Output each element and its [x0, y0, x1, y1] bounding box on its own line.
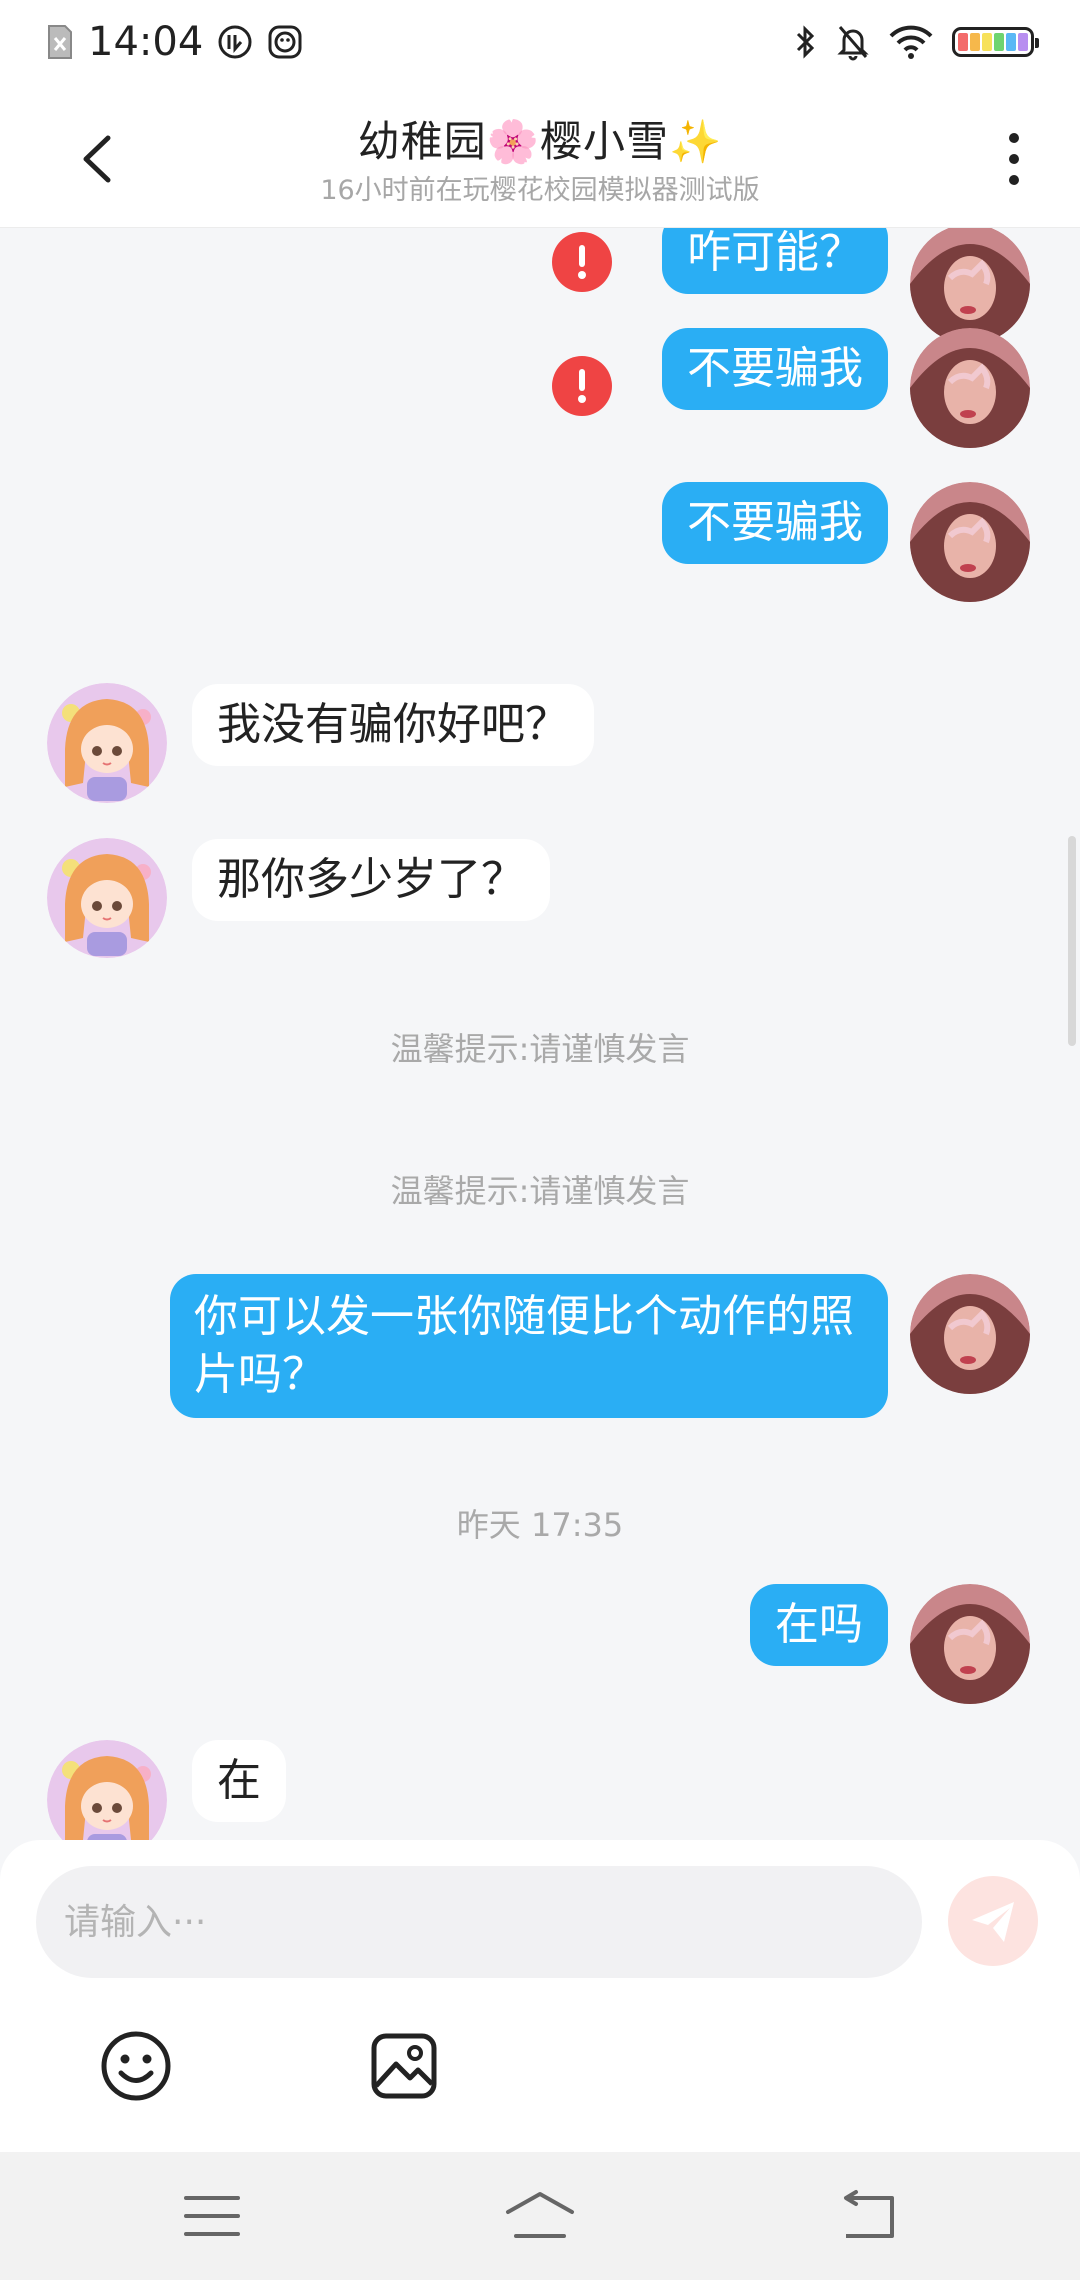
chat-header: 幼稚园🌸樱小雪✨ 16小时前在玩樱花校园模拟器测试版	[0, 84, 1080, 228]
scrollbar[interactable]	[1068, 836, 1076, 1046]
bluetooth-icon	[794, 23, 818, 61]
message-row: 你可以发一张你随便比个动作的照片吗？	[0, 1274, 1080, 1424]
vpn-icon	[217, 24, 253, 60]
message-row: 那你多少岁了？	[0, 838, 1080, 958]
more-vertical-icon[interactable]	[996, 124, 1032, 194]
my-avatar[interactable]	[910, 1274, 1030, 1394]
message-bubble[interactable]: 不要骗我	[662, 482, 888, 564]
system-notice: 温馨提示:请谨慎发言	[390, 1172, 690, 1210]
home-icon[interactable]	[500, 2188, 580, 2244]
message-bubble[interactable]: 我没有骗你好吧？	[192, 684, 594, 766]
contact-status: 16小时前在玩樱花校园模拟器测试版	[320, 175, 760, 206]
contact-avatar[interactable]	[47, 838, 167, 958]
back-icon[interactable]	[828, 2188, 908, 2244]
sim-off-icon	[46, 23, 74, 61]
wifi-icon	[888, 24, 934, 60]
message-bubble[interactable]: 咋可能？	[662, 228, 888, 294]
shield-face-icon	[267, 24, 303, 60]
my-avatar[interactable]	[910, 482, 1030, 602]
mute-bell-icon	[836, 23, 870, 61]
my-avatar[interactable]	[910, 328, 1030, 448]
send-failed-icon[interactable]	[552, 232, 612, 292]
image-icon[interactable]	[364, 2026, 444, 2106]
contact-name[interactable]: 幼稚园🌸樱小雪✨	[0, 108, 1080, 169]
system-nav-bar	[0, 2152, 1080, 2280]
message-list[interactable]: 咋可能？ 不要骗我 不要骗我 我没有骗你好吧？ 那你多少岁了？ 温馨提示:请谨慎…	[0, 228, 1080, 1840]
send-failed-icon[interactable]	[552, 356, 612, 416]
paper-plane-icon[interactable]	[948, 1876, 1038, 1966]
contact-avatar[interactable]	[47, 683, 167, 803]
contact-avatar[interactable]	[47, 1740, 167, 1840]
composer	[0, 1840, 1080, 2152]
system-notice: 温馨提示:请谨慎发言	[390, 1030, 690, 1068]
message-bubble[interactable]: 在	[192, 1740, 286, 1822]
menu-icon[interactable]	[172, 2188, 252, 2244]
message-bubble[interactable]: 不要骗我	[662, 328, 888, 410]
battery-icon	[952, 27, 1039, 57]
status-time: 14:04	[88, 19, 204, 65]
timestamp-divider: 昨天 17:35	[456, 1506, 624, 1544]
my-avatar[interactable]	[910, 1584, 1030, 1704]
message-bubble[interactable]: 你可以发一张你随便比个动作的照片吗？	[170, 1274, 888, 1418]
message-bubble[interactable]: 那你多少岁了？	[192, 839, 550, 921]
message-input[interactable]	[36, 1866, 922, 1978]
message-row: 不要骗我	[0, 328, 1080, 476]
status-bar: 14:04	[0, 0, 1080, 84]
message-row: 在	[0, 1740, 1080, 1840]
message-row: 咋可能？	[0, 228, 1080, 344]
message-bubble[interactable]: 在吗	[750, 1584, 888, 1666]
message-row: 不要骗我	[0, 482, 1080, 602]
message-row: 我没有骗你好吧？	[0, 683, 1080, 803]
message-row: 在吗	[0, 1584, 1080, 1704]
smiley-icon[interactable]	[96, 2026, 176, 2106]
my-avatar[interactable]	[910, 228, 1030, 344]
